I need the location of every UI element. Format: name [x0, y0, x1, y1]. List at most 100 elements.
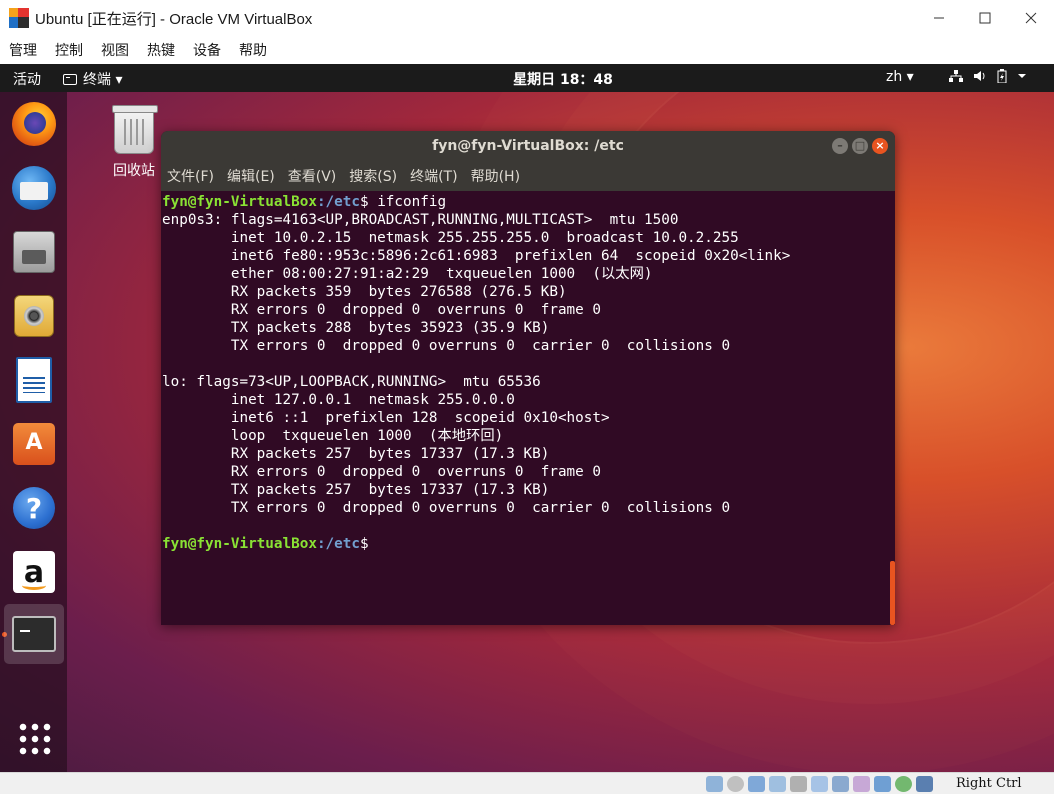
chevron-down-icon — [1018, 74, 1026, 78]
files-icon — [13, 231, 55, 273]
host-menu-control[interactable]: 控制 — [55, 40, 83, 60]
dock-ubuntu-software[interactable] — [8, 418, 60, 470]
host-menu-view[interactable]: 视图 — [101, 40, 129, 60]
dock-help[interactable]: ? — [8, 482, 60, 534]
prompt-path: :/etc — [316, 536, 360, 552]
dock-thunderbird[interactable] — [8, 162, 60, 214]
host-menu-help[interactable]: 帮助 — [239, 40, 267, 60]
terminal-output-line: inet6 fe80::953c:5896:2c61:6983 prefixle… — [162, 248, 791, 264]
maximize-button[interactable] — [962, 0, 1008, 36]
host-menu-hotkeys[interactable]: 热键 — [147, 40, 175, 60]
host-menubar: 管理 控制 视图 热键 设备 帮助 — [0, 36, 1054, 64]
gnome-topbar: 活动 终端 ▾ 星期日 18：48 zh ▾ — [0, 64, 1054, 92]
dock-rhythmbox[interactable] — [8, 290, 60, 342]
guest-additions-icon[interactable] — [895, 776, 912, 792]
terminal-output-line: RX errors 0 dropped 0 overruns 0 frame 0 — [162, 302, 601, 318]
host-menu-devices[interactable]: 设备 — [193, 40, 221, 60]
terminal-output-line: inet 10.0.2.15 netmask 255.255.255.0 bro… — [162, 230, 739, 246]
amazon-icon: a — [13, 551, 55, 593]
trash-label: 回收站 — [113, 163, 155, 179]
terminal-icon — [12, 616, 56, 652]
libreoffice-writer-icon — [16, 357, 52, 403]
system-tray[interactable] — [949, 69, 1027, 83]
terminal-output-line: inet6 ::1 prefixlen 128 scopeid 0x10<hos… — [162, 410, 610, 426]
terminal-output-line: TX packets 288 bytes 35923 (35.9 KB) — [162, 320, 550, 336]
terminal-output: enp0s3: flags=4163<UP,BROADCAST,RUNNING,… — [162, 211, 895, 535]
desktop-trash[interactable]: 回收站 — [106, 105, 162, 180]
command-line: fyn@fyn-VirtualBox:/etc$ ifconfig — [162, 193, 895, 211]
app-grid-icon — [17, 721, 51, 755]
network-adapter-icon[interactable] — [769, 776, 786, 792]
terminal-body[interactable]: fyn@fyn-VirtualBox:/etc$ ifconfig enp0s3… — [161, 191, 895, 625]
show-applications-button[interactable] — [8, 712, 60, 764]
terminal-output-line: lo: flags=73<UP,LOOPBACK,RUNNING> mtu 65… — [162, 374, 541, 390]
display-icon[interactable] — [832, 776, 849, 792]
terminal-menu-view[interactable]: 查看(V) — [288, 166, 337, 186]
prompt-path: :/etc — [316, 194, 360, 210]
terminal-output-line: RX packets 257 bytes 17337 (17.3 KB) — [162, 446, 550, 462]
recording-icon[interactable] — [853, 776, 870, 792]
terminal-maximize-button[interactable]: □ — [852, 138, 868, 154]
network-icon — [949, 70, 963, 82]
terminal-menu-edit[interactable]: 编辑(E) — [227, 166, 275, 186]
current-prompt-line: fyn@fyn-VirtualBox:/etc$ — [162, 535, 895, 553]
ubuntu-software-icon — [13, 423, 55, 465]
terminal-output-line: RX packets 359 bytes 276588 (276.5 KB) — [162, 284, 567, 300]
shared-folders-icon[interactable] — [811, 776, 828, 792]
dock-libreoffice-writer[interactable] — [8, 354, 60, 406]
optical-drive-icon[interactable] — [727, 776, 744, 792]
terminal-output-line: inet 127.0.0.1 netmask 255.0.0.0 — [162, 392, 515, 408]
firefox-icon — [12, 102, 56, 146]
rhythmbox-icon — [14, 295, 54, 337]
maximize-icon — [979, 12, 991, 24]
prompt-user: fyn@fyn-VirtualBox — [162, 536, 317, 552]
battery-icon — [997, 69, 1007, 83]
volume-icon — [974, 71, 985, 81]
terminal-output-line: TX packets 257 bytes 17337 (17.3 KB) — [162, 482, 550, 498]
command-text: $ ifconfig — [359, 194, 447, 210]
hard-disk-icon[interactable] — [706, 776, 723, 792]
prompt-user: fyn@fyn-VirtualBox — [162, 194, 317, 210]
usb-icon[interactable] — [790, 776, 807, 792]
host-statusbar: Right Ctrl — [0, 772, 1054, 794]
virtualization-icon[interactable] — [874, 776, 891, 792]
help-icon: ? — [13, 487, 55, 529]
prompt-suffix: $ — [359, 536, 369, 552]
virtualbox-icon — [9, 8, 29, 28]
terminal-menu-file[interactable]: 文件(F) — [167, 166, 214, 186]
terminal-scrollbar[interactable] — [890, 561, 895, 625]
terminal-menu-terminal[interactable]: 终端(T) — [410, 166, 457, 186]
terminal-output-line: TX errors 0 dropped 0 overruns 0 carrier… — [162, 500, 731, 516]
host-menu-manage[interactable]: 管理 — [9, 40, 37, 60]
terminal-close-button[interactable]: × — [872, 138, 888, 154]
terminal-window[interactable]: fyn@fyn-VirtualBox: /etc – □ × 文件(F) 编辑(… — [161, 131, 895, 625]
terminal-output-line: RX errors 0 dropped 0 overruns 0 frame 0 — [162, 464, 601, 480]
guest-screen: 活动 终端 ▾ 星期日 18：48 zh ▾ ? a 回收站 — [0, 64, 1054, 772]
terminal-output-line: enp0s3: flags=4163<UP,BROADCAST,RUNNING,… — [162, 212, 679, 228]
close-button[interactable] — [1008, 0, 1054, 36]
terminal-titlebar[interactable]: fyn@fyn-VirtualBox: /etc – □ × — [161, 131, 895, 161]
mouse-integration-icon[interactable] — [916, 776, 933, 792]
terminal-output-line: TX errors 0 dropped 0 overruns 0 carrier… — [162, 338, 731, 354]
thunderbird-icon — [12, 166, 56, 210]
minimize-icon — [934, 17, 944, 19]
host-key-label: Right Ctrl — [956, 776, 1022, 791]
terminal-menu-search[interactable]: 搜索(S) — [349, 166, 397, 186]
dock-terminal[interactable] — [4, 604, 64, 664]
terminal-minimize-button[interactable]: – — [832, 138, 848, 154]
terminal-output-line: loop txqueuelen 1000 (本地环回) — [162, 428, 504, 444]
dock-files[interactable] — [8, 226, 60, 278]
audio-icon[interactable] — [748, 776, 765, 792]
close-icon — [1025, 12, 1037, 24]
dock-firefox[interactable] — [8, 98, 60, 150]
terminal-menu-help[interactable]: 帮助(H) — [471, 166, 520, 186]
trash-icon — [112, 105, 158, 154]
terminal-menubar: 文件(F) 编辑(E) 查看(V) 搜索(S) 终端(T) 帮助(H) — [161, 161, 895, 191]
dock-amazon[interactable]: a — [8, 546, 60, 598]
terminal-title: fyn@fyn-VirtualBox: /etc — [432, 138, 624, 154]
input-language[interactable]: zh ▾ — [886, 69, 914, 85]
minimize-button[interactable] — [916, 0, 962, 36]
vm-status-icons — [706, 776, 933, 792]
